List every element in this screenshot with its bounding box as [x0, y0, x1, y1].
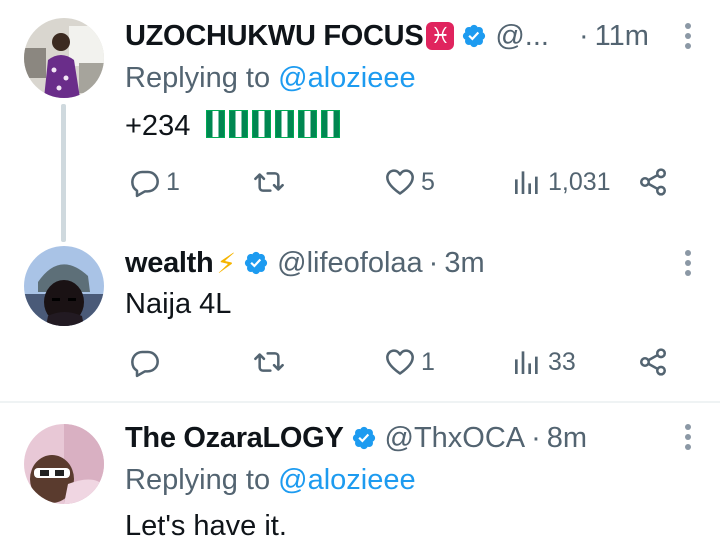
nigeria-flag-icon — [321, 110, 341, 138]
views-count: 1,031 — [548, 167, 611, 196]
nigeria-flag-icon — [252, 110, 272, 138]
like-count: 1 — [421, 347, 435, 376]
verified-badge-icon — [351, 425, 377, 451]
avatar-image — [24, 246, 104, 326]
tweet-header: wealth ⚡ @lifeofolaa · 3m — [125, 243, 700, 283]
separator-dot: · — [531, 421, 541, 454]
tweet-text: +234 — [125, 110, 344, 143]
separator-dot: · — [428, 246, 439, 279]
timestamp[interactable]: 3m — [444, 247, 484, 280]
views-button[interactable]: 1,031 — [511, 162, 611, 202]
handle[interactable]: @... — [495, 20, 549, 53]
handle[interactable]: @lifeofolaa — [277, 247, 423, 280]
thread-line — [61, 104, 66, 242]
display-name[interactable]: wealth — [125, 247, 214, 280]
more-icon[interactable] — [684, 250, 692, 280]
avatar-image — [24, 424, 104, 504]
retweet-icon — [253, 346, 285, 378]
like-button[interactable]: 5 — [384, 162, 435, 202]
views-icon — [511, 166, 543, 198]
nigeria-flag-icon — [206, 110, 226, 138]
timestamp[interactable]: 11m — [595, 20, 649, 53]
replying-prefix: Replying to — [125, 62, 271, 94]
share-button[interactable] — [637, 162, 669, 202]
replying-to: Replying to @alozieee — [125, 464, 416, 497]
nigeria-flags — [206, 110, 344, 142]
avatar[interactable] — [24, 424, 104, 504]
action-bar: 1 5 1,031 — [125, 162, 685, 202]
tweet-1[interactable]: UZOCHUKWU FOCUS ♓ @... · 11m Replying to… — [0, 0, 720, 242]
lightning-icon: ⚡ — [216, 247, 237, 279]
reply-icon — [129, 346, 161, 378]
replying-prefix: Replying to — [125, 464, 271, 496]
nigeria-flag-icon — [229, 110, 249, 138]
like-count: 5 — [421, 167, 435, 196]
share-icon — [637, 166, 669, 198]
zodiac-icon: ♓ — [426, 22, 455, 50]
retweet-button[interactable] — [253, 342, 285, 382]
display-name[interactable]: UZOCHUKWU FOCUS — [125, 20, 424, 53]
retweet-icon — [253, 166, 285, 198]
verified-badge-icon — [461, 23, 487, 49]
timestamp[interactable]: 8m — [547, 422, 587, 455]
reply-button[interactable]: 1 — [129, 162, 180, 202]
handle[interactable]: @ThxOCA — [385, 422, 526, 455]
views-icon — [511, 346, 543, 378]
replying-mention[interactable]: @alozieee — [278, 464, 415, 496]
tweet-text-content: +234 — [125, 110, 191, 142]
nigeria-flag-icon — [275, 110, 295, 138]
action-bar: 1 33 — [125, 342, 685, 382]
like-icon — [384, 346, 416, 378]
replying-to: Replying to @alozieee — [125, 62, 416, 95]
tweet-text: Let's have it. — [125, 510, 287, 542]
tweet-header: UZOCHUKWU FOCUS ♓ @... · 11m — [125, 16, 700, 56]
more-icon[interactable] — [684, 424, 692, 454]
share-icon — [637, 346, 669, 378]
retweet-button[interactable] — [253, 162, 285, 202]
separator-dot: · — [578, 19, 589, 52]
divider — [0, 401, 720, 403]
views-count: 33 — [548, 347, 576, 376]
avatar[interactable] — [24, 18, 104, 98]
reply-count: 1 — [166, 167, 180, 196]
tweet-2[interactable]: wealth ⚡ @lifeofolaa · 3m Naija 4L 1 33 — [0, 240, 720, 400]
avatar[interactable] — [24, 246, 104, 326]
replying-mention[interactable]: @alozieee — [278, 62, 415, 94]
more-icon[interactable] — [684, 23, 692, 53]
display-name[interactable]: The OzaraLOGY — [125, 422, 344, 455]
views-button[interactable]: 33 — [511, 342, 576, 382]
like-button[interactable]: 1 — [384, 342, 435, 382]
tweet-header: The OzaraLOGY @ThxOCA · 8m — [125, 418, 700, 458]
tweet-3[interactable]: The OzaraLOGY @ThxOCA · 8m Replying to @… — [0, 404, 720, 558]
nigeria-flag-icon — [298, 110, 318, 138]
share-button[interactable] — [637, 342, 669, 382]
reply-icon — [129, 166, 161, 198]
tweet-text: Naija 4L — [125, 288, 232, 320]
reply-button[interactable] — [129, 342, 161, 382]
verified-badge-icon — [243, 250, 269, 276]
avatar-image — [24, 18, 104, 98]
like-icon — [384, 166, 416, 198]
